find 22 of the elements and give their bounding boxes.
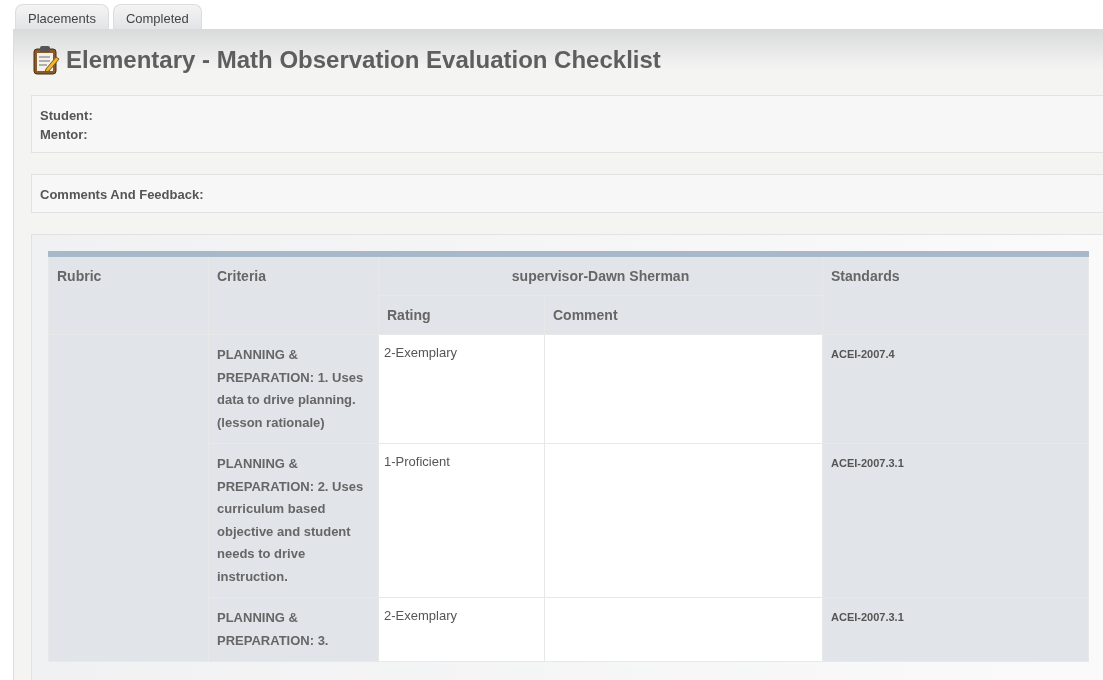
column-header: Rating: [378, 295, 545, 335]
page-title: Elementary - Math Observation Evaluation Checklist: [66, 46, 661, 74]
field-label: Mentor:: [40, 127, 89, 142]
table-cell: ACEI-2007.3.1: [822, 597, 1089, 662]
column-header: Standards: [822, 254, 1089, 335]
table-cell: ACEI-2007.3.1: [822, 443, 1089, 598]
table-cell: PLANNING & PREPARATION: 1. Uses data to drive planning.(lesson rationale): [208, 334, 379, 444]
column-header: Rubric: [48, 254, 209, 335]
table-cell: 1-Proficient: [378, 443, 545, 598]
column-header: Comment: [544, 295, 823, 335]
column-header: supervisor-Dawn Sherman: [378, 254, 823, 296]
clipboard-icon: [32, 45, 60, 75]
comments-label: Comments And Feedback:: [40, 187, 205, 202]
table-cell: 2-Exemplary: [378, 334, 545, 444]
tab[interactable]: Placements: [15, 4, 109, 29]
table-cell: ACEI-2007.4: [822, 334, 1089, 444]
column-header: Criteria: [208, 254, 379, 335]
table-cell: 2-Exemplary: [378, 597, 545, 662]
tab[interactable]: Completed: [112, 4, 202, 29]
table-cell: PLANNING & PREPARATION: 2. Uses curriculum based objective and student needs to drive instruction.: [208, 443, 379, 598]
field-label: Student:: [40, 108, 94, 123]
table-cell: PLANNING & PREPARATION: 3.: [208, 597, 379, 662]
